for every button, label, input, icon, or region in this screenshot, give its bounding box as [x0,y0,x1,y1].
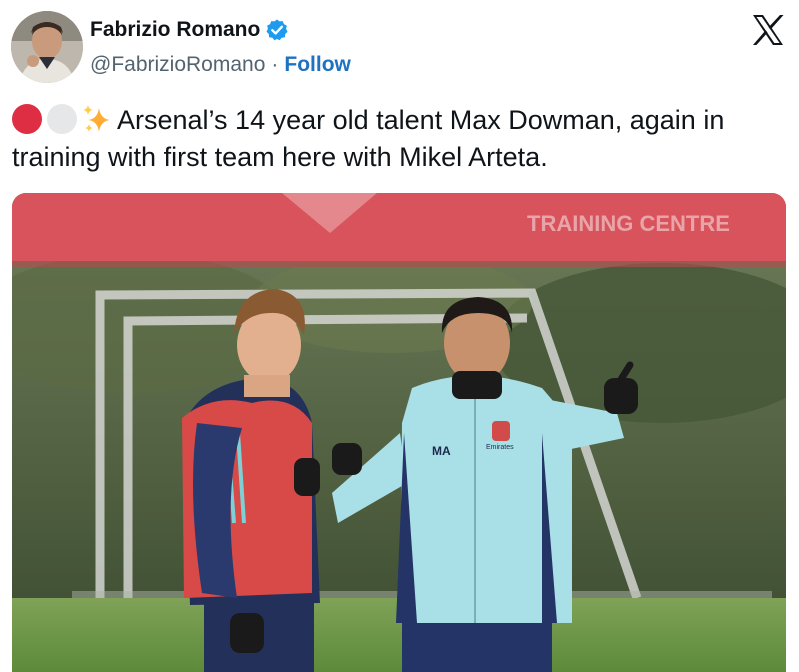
white-circle-icon [47,104,77,134]
red-circle-icon [12,104,42,134]
author-handle-row: @FabrizioRomano · Follow [90,53,351,77]
sponsor-text: Emirates [486,444,514,451]
tweet-body-text: Arsenal’s 14 year old talent Max Dowman,… [12,105,725,172]
avatar-image [11,11,83,83]
tweet-text: Arsenal’s 14 year old talent Max Dowman,… [12,102,792,176]
separator-dot: · [271,53,279,76]
author-handle[interactable]: @FabrizioRomano [90,53,265,77]
banner-text: TRAINING CENTRE [527,211,730,236]
author-name-row[interactable]: Fabrizio Romano [90,18,289,42]
author-display-name[interactable]: Fabrizio Romano [90,18,260,42]
jacket-initials: MA [432,444,451,458]
follow-button[interactable]: Follow [284,53,351,77]
tweet-header: Fabrizio Romano @FabrizioRomano · Follow [0,0,799,92]
tweet-photo[interactable]: TRAINING CENTRE MA Emirates [12,193,786,672]
sparkles-icon [82,104,112,134]
verified-badge-icon [265,18,289,42]
x-logo-icon[interactable] [750,12,786,48]
training-photo-image: TRAINING CENTRE MA Emirates [12,193,786,672]
author-avatar[interactable] [11,11,83,83]
